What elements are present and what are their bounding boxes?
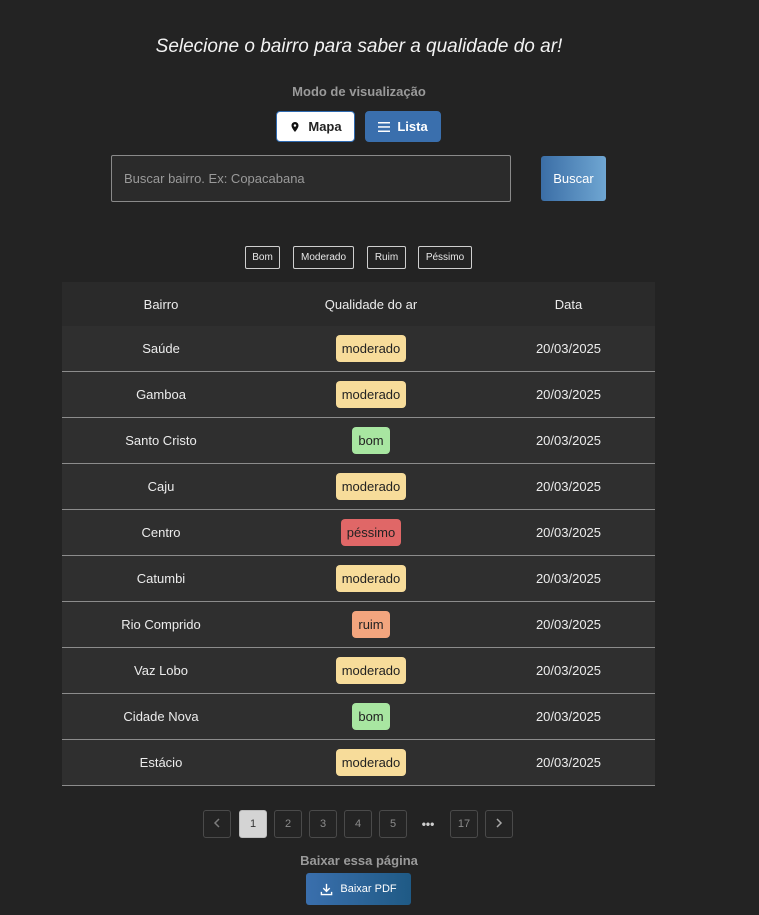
column-header-bairro[interactable]: Bairro xyxy=(62,297,260,312)
cell-qualidade: bom xyxy=(260,703,482,730)
list-view-button[interactable]: Lista xyxy=(365,111,441,142)
cell-qualidade: péssimo xyxy=(260,519,482,546)
table-row[interactable]: Centro péssimo 20/03/2025 xyxy=(62,510,655,556)
map-view-label: Mapa xyxy=(308,119,342,134)
cell-data: 20/03/2025 xyxy=(535,479,602,494)
cell-data: 20/03/2025 xyxy=(535,755,602,770)
map-view-button[interactable]: Mapa xyxy=(276,111,355,142)
cell-bairro: Saúde xyxy=(142,341,180,356)
status-badge: péssimo xyxy=(340,519,402,546)
table-row[interactable]: Santo Cristo bom 20/03/2025 xyxy=(62,418,655,464)
table-body: Saúde moderado 20/03/2025 Gamboa moderado 20/… xyxy=(62,326,655,786)
cell-data: 20/03/2025 xyxy=(535,341,602,356)
column-header-qualidade-label: Qualidade do ar xyxy=(324,296,418,312)
cell-bairro: Rio Comprido xyxy=(121,617,201,632)
table-row[interactable]: Estácio moderado 20/03/2025 xyxy=(62,740,655,786)
pagination-page-last[interactable]: 17 xyxy=(450,810,478,838)
status-badge: ruim xyxy=(352,611,390,638)
cell-data: 20/03/2025 xyxy=(535,663,602,678)
pagination-page-5[interactable]: 5 xyxy=(379,810,407,838)
column-header-data[interactable]: Data xyxy=(482,297,655,312)
table-row[interactable]: Rio Comprido ruim 20/03/2025 xyxy=(62,602,655,648)
cell-bairro: Catumbi xyxy=(136,571,186,586)
download-pdf-label: Baixar PDF xyxy=(340,883,397,895)
pagination-page-1[interactable]: 1 xyxy=(239,810,267,838)
cell-data: 20/03/2025 xyxy=(535,525,602,540)
cell-qualidade: moderado xyxy=(260,473,482,500)
cell-qualidade: moderado xyxy=(260,565,482,592)
chevron-left-icon xyxy=(213,817,221,831)
status-badge: moderado xyxy=(335,657,407,684)
map-pin-icon xyxy=(289,121,301,133)
table-row[interactable]: Gamboa moderado 20/03/2025 xyxy=(62,372,655,418)
cell-qualidade: moderado xyxy=(260,657,482,684)
table-row[interactable]: Catumbi moderado 20/03/2025 xyxy=(62,556,655,602)
legend-pessimo[interactable]: Péssimo xyxy=(418,246,472,269)
cell-data: 20/03/2025 xyxy=(535,387,602,402)
status-badge: moderado xyxy=(335,473,407,500)
cell-bairro: Centro xyxy=(141,525,181,540)
cell-data: 20/03/2025 xyxy=(535,571,602,586)
legend-bom[interactable]: Bom xyxy=(245,246,280,269)
cell-data: 20/03/2025 xyxy=(535,433,602,448)
cell-bairro: Cidade Nova xyxy=(123,709,199,724)
cell-qualidade: moderado xyxy=(260,335,482,362)
legend-ruim[interactable]: Ruim xyxy=(367,246,406,269)
list-icon xyxy=(378,121,391,132)
cell-data: 20/03/2025 xyxy=(535,709,602,724)
cell-bairro: Vaz Lobo xyxy=(134,663,188,678)
cell-qualidade: moderado xyxy=(260,749,482,776)
cell-data: 20/03/2025 xyxy=(535,617,602,632)
search-input[interactable] xyxy=(111,155,511,202)
cell-bairro: Santo Cristo xyxy=(125,433,197,448)
pagination-ellipsis[interactable]: ••• xyxy=(416,810,440,838)
cell-qualidade: ruim xyxy=(260,611,482,638)
pagination-page-2[interactable]: 2 xyxy=(274,810,302,838)
download-label: Baixar essa página xyxy=(300,853,418,868)
view-mode-label: Modo de visualização xyxy=(292,84,426,99)
pagination-page-4[interactable]: 4 xyxy=(344,810,372,838)
table-row[interactable]: Cidade Nova bom 20/03/2025 xyxy=(62,694,655,740)
column-header-qualidade[interactable]: Qualidade do ar xyxy=(260,297,482,312)
pagination-next-button[interactable] xyxy=(485,810,513,838)
status-badge: bom xyxy=(352,427,390,454)
table-header: Bairro Qualidade do ar Data xyxy=(62,282,655,326)
table-row[interactable]: Vaz Lobo moderado 20/03/2025 xyxy=(62,648,655,694)
status-badge: moderado xyxy=(335,335,407,362)
cell-qualidade: bom xyxy=(260,427,482,454)
chevron-right-icon xyxy=(495,817,503,831)
pagination-page-3[interactable]: 3 xyxy=(309,810,337,838)
cell-bairro: Estácio xyxy=(139,755,183,770)
cell-bairro: Gamboa xyxy=(136,387,186,402)
legend-moderado[interactable]: Moderado xyxy=(293,246,354,269)
list-view-label: Lista xyxy=(397,119,428,134)
cell-qualidade: moderado xyxy=(260,381,482,408)
status-badge: moderado xyxy=(335,565,407,592)
cell-bairro: Caju xyxy=(147,479,175,494)
table-row[interactable]: Saúde moderado 20/03/2025 xyxy=(62,326,655,372)
download-icon xyxy=(320,883,333,896)
status-badge: moderado xyxy=(335,381,407,408)
pagination-prev-button[interactable] xyxy=(203,810,231,838)
air-quality-table: Bairro Qualidade do ar Data Saúde moderad… xyxy=(62,282,655,786)
search-button[interactable]: Buscar xyxy=(541,156,606,201)
status-badge: moderado xyxy=(335,749,407,776)
download-pdf-button[interactable]: Baixar PDF xyxy=(306,873,411,905)
status-badge: bom xyxy=(352,703,390,730)
page-title: Selecione o bairro para saber a qualidad… xyxy=(155,36,563,57)
table-row[interactable]: Caju moderado 20/03/2025 xyxy=(62,464,655,510)
